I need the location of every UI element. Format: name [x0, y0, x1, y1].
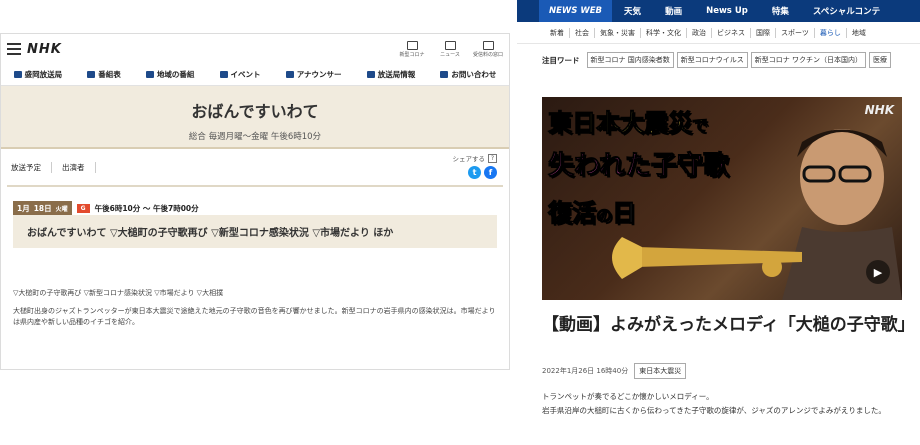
nav-item-announcer[interactable]: アナウンサー — [285, 69, 342, 80]
nav-label: お問い合わせ — [451, 70, 497, 79]
divider — [7, 185, 503, 187]
receiving-fee-label: 受信料の窓口 — [473, 51, 504, 58]
tv-icon[interactable]: 受信料の窓口 — [473, 40, 504, 58]
share-label: シェアする — [452, 155, 486, 163]
nav-item-local[interactable]: 地域の番組 — [145, 69, 195, 80]
thumbnail-text: 復活 — [548, 199, 597, 228]
trending-words: 注目ワード 新型コロナ 国内感染者数 新型コロナウイルス 新型コロナ ワクチン（… — [517, 44, 920, 68]
news-label: ニュース — [440, 51, 460, 58]
news-page: NEWS WEB 天気 動画 News Up 特集 スペシャルコンテ 新着 社会… — [517, 0, 920, 445]
trend-tag[interactable]: 新型コロナ 国内感染者数 — [586, 52, 674, 68]
category-sports[interactable]: スポーツ — [776, 27, 815, 38]
article-date: 2022年1月26日 16時40分 — [542, 367, 629, 375]
episode-card: 1月 18日 火曜 G 午後6時10分 ～ 午後7時00分 おばんですいわて ▽… — [13, 201, 497, 248]
article-meta: 2022年1月26日 16時40分 東日本大震災 — [542, 363, 687, 379]
people-icon — [285, 71, 294, 78]
play-icon[interactable]: ▶ — [866, 260, 890, 284]
corona-label: 新型コロナ — [399, 51, 425, 58]
episode-day: 18日 — [33, 203, 52, 213]
category-region[interactable]: 地域 — [847, 28, 871, 38]
top-icons: 新型コロナ ニュース 受信料の窓口 — [397, 40, 504, 58]
mail-icon — [440, 71, 449, 78]
corona-icon[interactable]: 新型コロナ — [397, 40, 427, 58]
trending-label: 注目ワード — [542, 55, 580, 65]
category-science[interactable]: 科学・文化 — [641, 27, 687, 38]
video-thumbnail[interactable]: 東日本大震災で 失われた子守歌 復活の日 NHK ▶ — [542, 97, 902, 300]
nav-label: 地域の番組 — [156, 70, 195, 79]
share-area: シェアする? t f — [452, 153, 497, 179]
facebook-icon[interactable]: f — [484, 166, 497, 179]
nav-item-contact[interactable]: お問い合わせ — [440, 69, 496, 80]
episode-description: 大槌町出身のジャズトランペッターが東日本大震災で途絶えた地元の子守歌の音色を再び… — [13, 307, 496, 326]
date-badge: 1月 18日 火曜 — [13, 201, 72, 215]
trend-tag[interactable]: 新型コロナウイルス — [676, 52, 748, 68]
tab-cast[interactable]: 出演者 — [52, 161, 96, 173]
channel-badge: G — [76, 203, 90, 213]
nav-item-event[interactable]: イベント — [219, 69, 261, 80]
nav-item-schedule[interactable]: 番組表 — [87, 69, 121, 80]
episode-title[interactable]: おばんですいわて ▽大槌町の子守歌再び ▽新型コロナ感染状況 ▽市場だより ほか — [13, 215, 497, 248]
thumbnail-text: の — [595, 206, 613, 226]
tab-broadcast-schedule[interactable]: 放送予定 — [9, 161, 52, 173]
trend-tag[interactable]: 医療 — [868, 52, 891, 68]
program-page: NHK 新型コロナ ニュース 受信料の窓口 盛岡放送局 番組表 地域の番組 イベ… — [0, 33, 510, 370]
twitter-icon[interactable]: t — [468, 166, 481, 179]
program-nav: 盛岡放送局 番組表 地域の番組 イベント アナウンサー 放送局情報 お問い合わせ — [1, 64, 509, 86]
category-latest[interactable]: 新着 — [545, 27, 570, 38]
nav-label: 放送局情報 — [377, 70, 416, 79]
article-title: 【動画】よみがえったメロディ「大槌の子守歌」 — [542, 315, 915, 335]
thumbnail-text: で — [691, 116, 709, 136]
home-icon — [13, 71, 22, 78]
tv-program-icon — [145, 71, 154, 78]
program-tabs: 放送予定 出演者 シェアする? t f — [1, 149, 509, 185]
article-paragraph: 岩手県沿岸の大槌町に古くから伝わってきた子守歌の旋律が、ジャズのアレンジでよみが… — [542, 406, 886, 416]
nav-video[interactable]: 動画 — [653, 5, 694, 17]
trend-tag[interactable]: 新型コロナ ワクチン（日本国内） — [750, 52, 866, 68]
nhk-watermark: NHK — [864, 103, 894, 117]
episode-tags: ▽大槌町の子守歌再び ▽新型コロナ感染状況 ▽市場だより ▽大相撲 — [13, 289, 224, 297]
calendar-icon — [219, 71, 228, 78]
antenna-icon — [366, 71, 375, 78]
episode-date: 1月 18日 火曜 G 午後6時10分 ～ 午後7時00分 — [13, 201, 497, 215]
article-paragraph: トランペットが奏でるどこか懐かしいメロディー。 — [542, 392, 714, 401]
episode-weekday: 火曜 — [55, 205, 68, 213]
category-politics[interactable]: 政治 — [687, 27, 712, 38]
thumbnail-text: 日 — [612, 199, 637, 228]
thumbnail-line3: 復活の日 — [548, 193, 637, 228]
nav-item-station[interactable]: 盛岡放送局 — [13, 69, 63, 80]
nav-feature[interactable]: 特集 — [760, 5, 801, 17]
nav-weather[interactable]: 天気 — [612, 5, 653, 17]
category-business[interactable]: ビジネス — [712, 27, 751, 38]
category-life[interactable]: 暮らし — [815, 27, 847, 38]
category-bar: 新着 社会 気象・災害 科学・文化 政治 ビジネス 国際 スポーツ 暮らし 地域 — [517, 22, 920, 44]
news-nav: NEWS WEB 天気 動画 News Up 特集 スペシャルコンテ — [517, 0, 920, 22]
article-tag[interactable]: 東日本大震災 — [634, 363, 687, 379]
nav-news-up[interactable]: News Up — [694, 6, 760, 16]
category-weather[interactable]: 気象・災害 — [595, 27, 641, 38]
nav-label: アナウンサー — [296, 70, 342, 79]
thumbnail-line1: 東日本大震災で — [548, 103, 709, 138]
menu-icon[interactable] — [7, 43, 21, 55]
thumbnail-line2: 失われた子守歌 — [548, 151, 730, 182]
nav-news-web[interactable]: NEWS WEB — [539, 0, 613, 22]
nav-label: 盛岡放送局 — [24, 70, 63, 79]
nav-label: 番組表 — [98, 70, 121, 79]
category-international[interactable]: 国際 — [751, 27, 776, 38]
nav-item-info[interactable]: 放送局情報 — [366, 69, 416, 80]
nav-label: イベント — [230, 70, 261, 79]
program-header: NHK 新型コロナ ニュース 受信料の窓口 — [1, 34, 509, 64]
program-title: おばんですいわて — [191, 102, 319, 121]
thumbnail-text: 東日本大震災 — [548, 109, 693, 138]
schedule-icon — [87, 71, 96, 78]
nhk-logo[interactable]: NHK — [27, 42, 62, 57]
program-banner: おばんですいわて 総合 毎週月曜～金曜 午後6時10分 — [1, 86, 509, 149]
nav-special[interactable]: スペシャルコンテ — [801, 5, 892, 17]
episode-month: 1月 — [17, 203, 30, 213]
news-icon[interactable]: ニュース — [435, 40, 465, 58]
help-icon[interactable]: ? — [488, 153, 497, 163]
episode-time: 午後6時10分 ～ 午後7時00分 — [94, 203, 199, 213]
program-schedule: 総合 毎週月曜～金曜 午後6時10分 — [188, 132, 322, 142]
category-society[interactable]: 社会 — [570, 27, 595, 38]
article-body: トランペットが奏でるどこか懐かしいメロディー。 岩手県沿岸の大槌町に古くから伝わ… — [542, 390, 912, 419]
